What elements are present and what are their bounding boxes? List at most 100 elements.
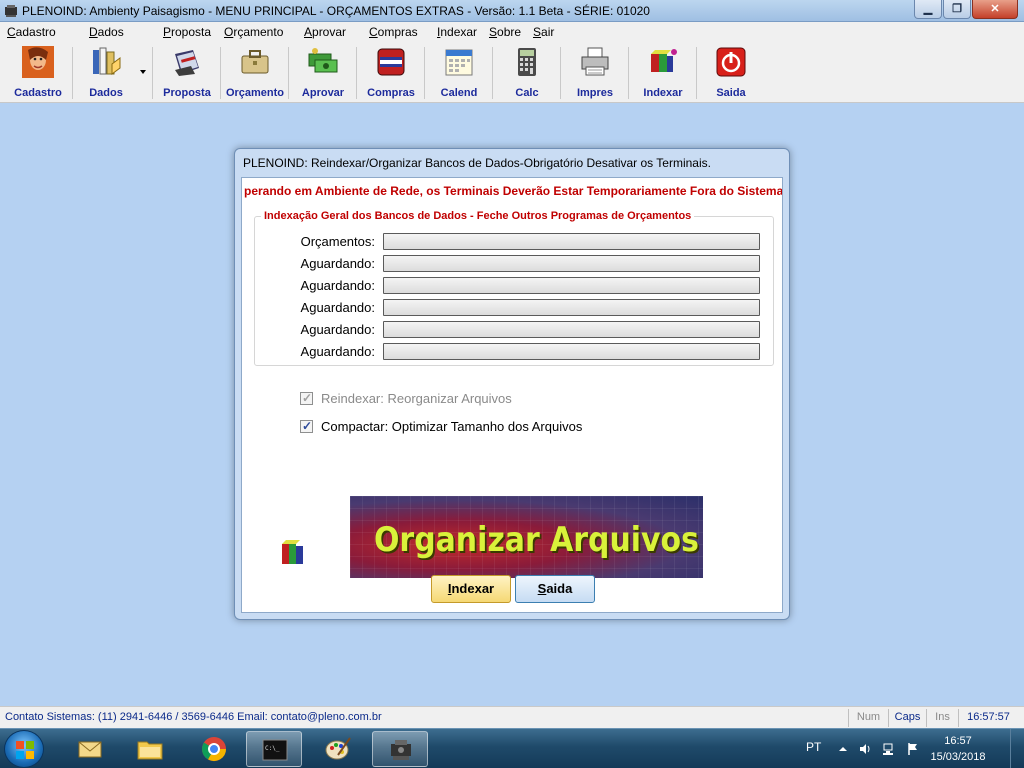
envelope-icon [78,741,102,758]
folder-icon [137,741,163,760]
progress-bar [383,321,760,338]
menu-aprovar[interactable]: Aprovar [304,25,346,39]
toolbar-cadastro-button[interactable]: Cadastro [6,44,70,100]
menu-indexar[interactable]: Indexar [437,25,477,39]
taskbar-app-plenoind[interactable] [372,731,428,767]
toolbar-separator [356,47,357,99]
language-indicator[interactable]: PT [806,740,821,754]
checkbox-checked-icon [300,419,313,433]
menu-orcamento[interactable]: Orçamento [224,25,283,39]
progress-row-aguardando: Aguardando: [255,342,775,362]
progress-row-aguardando: Aguardando: [255,320,775,340]
taskbar-app-chrome[interactable] [186,731,242,767]
clock-date: 15/03/2018 [930,751,986,763]
taskbar-app-mail[interactable] [62,731,118,767]
toolbar-saida-label: Saida [716,87,746,99]
indexar-button[interactable]: Indexar [431,575,511,603]
progress-label: Aguardando: [300,300,375,315]
toolbar-indexar-label: Indexar [643,87,683,99]
svg-text:C:\_: C:\_ [265,745,280,752]
show-desktop-button[interactable] [1010,729,1024,768]
toolbar-separator [72,47,73,99]
toolbar-calend-label: Calend [440,87,478,99]
status-clock: 16:57:57 [958,709,1018,727]
status-bar: Contato Sistemas: (11) 2941-6446 / 3569-… [0,706,1024,728]
toolbar-dados-button[interactable]: Dados [74,44,138,100]
progress-bar [383,299,760,316]
start-button[interactable] [4,730,44,768]
toolbar-indexar-button[interactable]: Indexar [631,44,695,100]
taskbar-app-paint[interactable] [310,731,366,767]
menu-proposta[interactable]: Proposta [163,25,211,39]
maximize-button[interactable]: ❐ [943,0,971,19]
speaker-icon[interactable] [858,742,872,756]
toolbar-saida-button[interactable]: Saida [699,44,763,100]
group-title: Indexação Geral dos Bancos de Dados - Fe… [261,210,695,222]
checkbox-checked-icon [300,391,313,405]
toolbar-separator [696,47,697,99]
toolbar-separator [220,47,221,99]
progress-bar [383,343,760,360]
briefcase-icon [241,50,269,74]
toolbar-calend-button[interactable]: Calend [427,44,491,100]
progress-label: Aguardando: [300,344,375,359]
toolbar-proposta-button[interactable]: Proposta [155,44,219,100]
toolbar-orcamento-button[interactable]: Orçamento [223,44,287,100]
menu-sobre[interactable]: Sobre [489,25,521,39]
toolbar-impres-button[interactable]: Impres [563,44,627,100]
toolbar-orcamento-label: Orçamento [225,87,285,99]
toolbar-compras-button[interactable]: Compras [359,44,423,100]
toolbar-dados-label: Dados [89,87,123,99]
blocks-icon [282,540,303,564]
document-stack-icon [175,50,199,76]
chrome-icon [202,737,226,762]
progress-label: Orçamentos: [300,234,375,249]
minimize-button[interactable]: ▁ [914,0,942,19]
menu-sair[interactable]: Sair [533,25,554,39]
menu-cadastro[interactable]: Cadastro [7,25,56,39]
money-icon [308,48,338,73]
menu-bar: Cadastro Dados Proposta Orçamento Aprova… [0,22,1024,41]
dialog-content: perando em Ambiente de Rede, os Terminai… [241,177,783,613]
reindex-dialog: PLENOIND: Reindexar/Organizar Bancos de … [234,148,790,620]
toolbar-aprovar-button[interactable]: Aprovar [291,44,355,100]
blocks-icon [651,49,677,72]
close-button[interactable]: ✕ [972,0,1018,19]
app-icon [391,740,411,760]
chevron-down-icon[interactable] [140,70,146,74]
taskbar: C:\_ PT 16:57 15/03/2018 [0,728,1024,768]
progress-label: Aguardando: [300,322,375,337]
app-icon [5,5,17,17]
calendar-icon [445,49,473,76]
taskbar-app-explorer[interactable] [122,731,178,767]
clock-time: 16:57 [944,735,972,747]
system-clock[interactable]: 16:57 15/03/2018 [928,733,988,765]
saida-button[interactable]: Saida [515,575,595,603]
dialog-title: PLENOIND: Reindexar/Organizar Bancos de … [243,156,711,170]
toolbar-calc-label: Calc [515,87,539,99]
toolbar-calc-button[interactable]: Calc [495,44,559,100]
contact-info: Contato Sistemas: (11) 2941-6446 / 3569-… [5,711,382,723]
calculator-icon [518,48,536,76]
chevron-up-icon[interactable] [836,742,850,756]
num-lock-indicator: Num [848,709,888,727]
books-icon [93,47,121,75]
palette-icon [325,737,351,760]
progress-bar [383,255,760,272]
banner-text: Organizar Arquivos : [374,520,703,560]
network-icon[interactable] [882,742,896,756]
menu-compras[interactable]: Compras [369,25,418,39]
progress-row-aguardando: Aguardando: [255,276,775,296]
toolbar-cadastro-label: Cadastro [14,87,62,99]
flag-icon[interactable] [906,742,920,756]
taskbar-app-cmd[interactable]: C:\_ [246,731,302,767]
menu-dados[interactable]: Dados [89,25,124,39]
printer-icon [581,47,609,76]
window-title-bar[interactable]: PLENOIND: Ambienty Paisagismo - MENU PRI… [0,0,1024,22]
restore-icon: ❐ [952,3,962,15]
toolbar-impres-label: Impres [576,87,614,99]
toolbar-compras-label: Compras [367,87,415,99]
progress-row-aguardando: Aguardando: [255,254,775,274]
network-warning-text: perando em Ambiente de Rede, os Terminai… [244,184,782,198]
toolbar-separator [424,47,425,99]
